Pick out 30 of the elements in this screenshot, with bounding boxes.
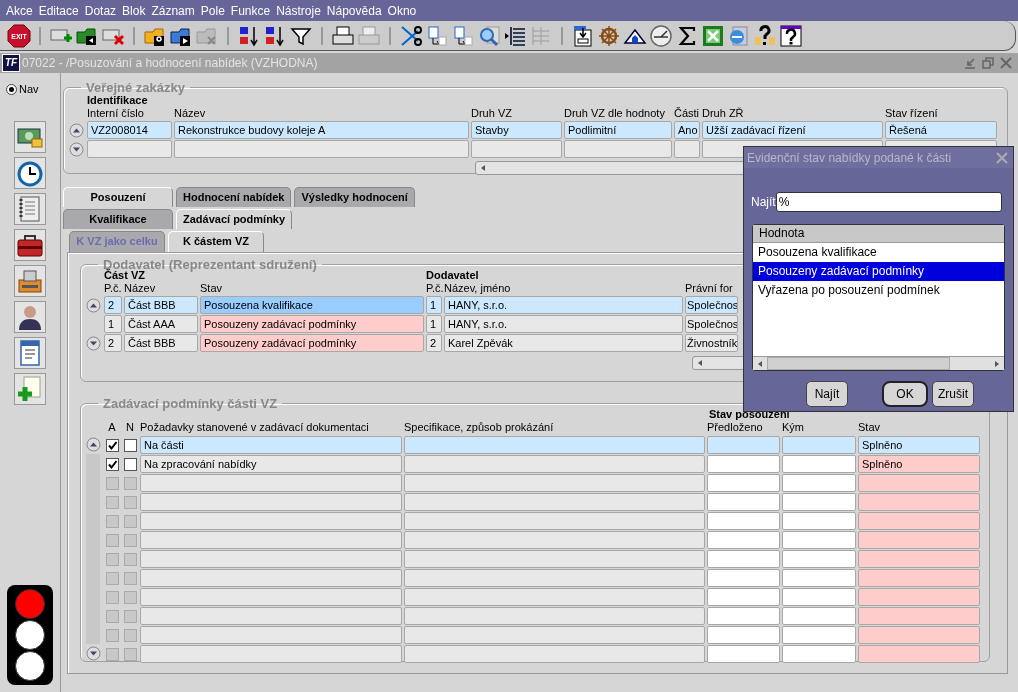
column-header: Právní for bbox=[685, 282, 734, 295]
column-header: Stav řízení bbox=[885, 107, 939, 120]
group-heading: Stav posouzení bbox=[709, 408, 790, 421]
column-header: Požadavky stanovené v zadávací dokumentaci bbox=[140, 421, 370, 434]
window-title: 07022 - /Posuzování a hodnocení nabídek (VZHODNA) bbox=[22, 56, 319, 70]
column-header: Druh VZ bbox=[471, 107, 513, 120]
app-logo: TF bbox=[2, 54, 20, 72]
column-header: A bbox=[107, 421, 117, 434]
column-header: Specifikace, způsob prokázání bbox=[404, 421, 555, 434]
column-header: N bbox=[125, 421, 135, 434]
group-heading: Identifikace bbox=[87, 94, 148, 107]
group-heading: Dodavatel bbox=[426, 269, 479, 282]
field-label: Najít bbox=[751, 195, 776, 209]
dialog-title: Evidenční stav nabídky podané k části bbox=[747, 150, 952, 165]
column-header: P.č. bbox=[104, 282, 122, 295]
column-header: Název bbox=[124, 282, 157, 295]
column-header: Hodnota bbox=[753, 225, 1004, 243]
column-header: Stav bbox=[858, 421, 881, 434]
column-header: P.č. bbox=[426, 282, 442, 295]
column-header: Název bbox=[174, 107, 207, 120]
section-title: Zadávací podmínky části VZ bbox=[102, 396, 279, 411]
column-header: Interní číslo bbox=[87, 107, 145, 120]
column-header: Části bbox=[674, 107, 700, 120]
section-title: Veřejné zakázky bbox=[85, 80, 187, 95]
column-header: Předloženo bbox=[707, 421, 764, 434]
column-header: Druh VZ dle hodnoty bbox=[564, 107, 666, 120]
column-header: Kým bbox=[782, 421, 805, 434]
column-header: Stav bbox=[200, 282, 223, 295]
column-header: Druh ZŘ bbox=[702, 107, 745, 120]
column-header: Název, jméno bbox=[444, 282, 512, 295]
